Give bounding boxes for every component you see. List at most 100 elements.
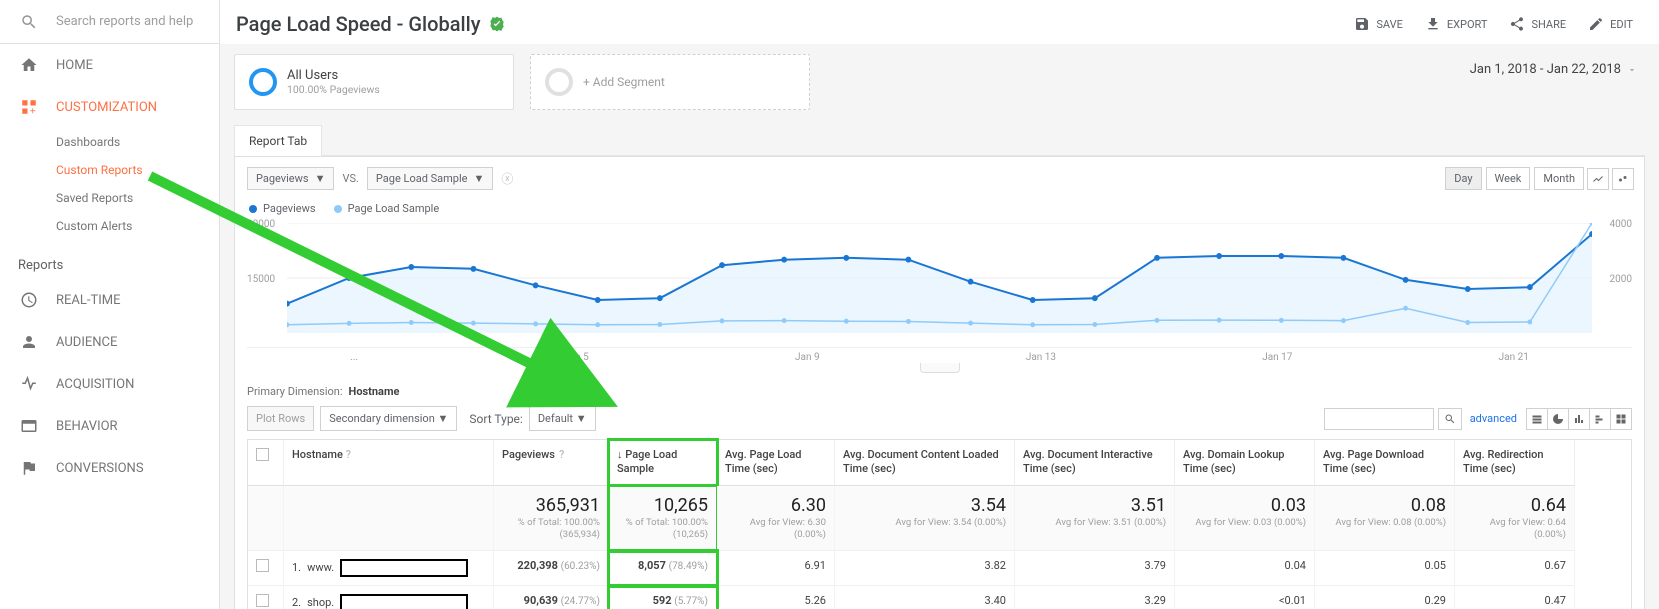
row-index: 2. — [292, 596, 301, 609]
granularity-day[interactable]: Day — [1445, 167, 1481, 190]
nav-saved-reports[interactable]: Saved Reports — [0, 184, 219, 212]
nav-realtime[interactable]: REAL-TIME — [0, 279, 219, 321]
metric1-select[interactable]: Pageviews ▼ — [247, 167, 334, 190]
nav-conversions[interactable]: CONVERSIONS — [0, 447, 219, 489]
summary-row: 365,931% of Total: 100.00% (365,934) 10,… — [248, 486, 1631, 551]
verified-icon — [489, 16, 505, 32]
summary-pageviews-sub: % of Total: 100.00% (365,934) — [502, 517, 600, 542]
table-toolbar: Plot Rows Secondary dimension ▼ Sort Typ… — [247, 406, 1632, 431]
segment-all-users[interactable]: All Users 100.00% Pageviews — [234, 54, 514, 110]
x-tick: Jan 9 — [795, 352, 820, 363]
view-pie-icon[interactable] — [1547, 408, 1569, 430]
col-pageviews[interactable]: Pageviews ? — [494, 440, 609, 486]
col-avg-redirection[interactable]: Avg. Redirection Time (sec) — [1455, 440, 1575, 486]
flag-icon — [20, 459, 38, 477]
nav-audience[interactable]: AUDIENCE — [0, 321, 219, 363]
view-comparison-icon[interactable] — [1589, 408, 1611, 430]
clock-icon — [20, 291, 38, 309]
table-search-input[interactable] — [1324, 408, 1434, 430]
row-index: 1. — [292, 561, 301, 574]
hostname-cell[interactable]: 1. www. — [284, 551, 494, 586]
search-icon — [1444, 413, 1456, 425]
checkbox-header[interactable] — [248, 440, 284, 486]
remove-metric-icon[interactable]: ⓧ — [501, 170, 513, 187]
row-pv: 220,398 — [517, 559, 558, 572]
save-label: SAVE — [1376, 18, 1403, 31]
summary-adclt: 3.54 — [843, 494, 1006, 517]
sort-type-select[interactable]: Default ▼ — [529, 406, 596, 431]
date-range-text: Jan 1, 2018 - Jan 22, 2018 — [1470, 62, 1621, 77]
advanced-link[interactable]: advanced — [1470, 412, 1517, 425]
col-avg-doc-content[interactable]: Avg. Document Content Loaded Time (sec) — [835, 440, 1015, 486]
view-pivot-icon[interactable] — [1610, 408, 1632, 430]
metric2-select[interactable]: Page Load Sample ▼ — [367, 167, 493, 190]
col-avg-page-download[interactable]: Avg. Page Download Time (sec) — [1315, 440, 1455, 486]
table-search-button[interactable] — [1438, 408, 1462, 430]
col-avg-page-load[interactable]: Avg. Page Load Time (sec) — [717, 440, 835, 486]
view-mode-icons — [1527, 408, 1632, 430]
segment-title: All Users — [287, 68, 380, 83]
search-placeholder: Search reports and help — [56, 14, 193, 29]
redacted-box — [340, 559, 468, 577]
search-icon — [20, 13, 38, 31]
page-title: Page Load Speed - Globally — [236, 12, 505, 36]
nav-customization[interactable]: CUSTOMIZATION — [0, 86, 219, 128]
save-icon — [1354, 16, 1370, 32]
export-label: EXPORT — [1447, 18, 1488, 31]
summary-adlt: 0.03 — [1183, 494, 1306, 517]
row-pv-pct: (60.23%) — [561, 561, 600, 572]
col-pls-label: Page Load Sample — [617, 448, 677, 475]
date-range-picker[interactable]: Jan 1, 2018 - Jan 22, 2018 — [1462, 56, 1645, 83]
nav-custom-alerts[interactable]: Custom Alerts — [0, 212, 219, 240]
row-pls: 592 — [653, 594, 672, 607]
save-button[interactable]: SAVE — [1346, 10, 1411, 38]
chart-type-line-icon[interactable] — [1587, 168, 1609, 190]
nav-home[interactable]: HOME — [0, 44, 219, 86]
summary-pageviews: 365,931 — [502, 494, 600, 517]
reports-section-label: Reports — [0, 240, 219, 279]
secondary-dimension-select[interactable]: Secondary dimension ▼ — [320, 406, 457, 431]
tab-report[interactable]: Report Tab — [234, 125, 322, 156]
row-aplt: 6.91 — [717, 551, 835, 586]
row-art: 0.67 — [1455, 551, 1575, 586]
expand-handle[interactable] — [920, 363, 960, 373]
summary-apdt-sub: Avg for View: 0.08 (0.00%) — [1323, 517, 1446, 529]
chart-card: Pageviews ▼ VS. Page Load Sample ▼ ⓧ Day… — [234, 156, 1645, 609]
row-host: www. — [307, 561, 334, 574]
granularity-month[interactable]: Month — [1534, 167, 1584, 190]
row-checkbox[interactable] — [248, 551, 284, 586]
granularity-week[interactable]: Week — [1486, 167, 1531, 190]
row-checkbox[interactable] — [248, 586, 284, 609]
summary-art-sub: Avg for View: 0.64 (0.00%) — [1463, 517, 1566, 542]
view-table-icon[interactable] — [1526, 408, 1548, 430]
nav-custom-reports[interactable]: Custom Reports — [0, 156, 219, 184]
share-button[interactable]: SHARE — [1501, 10, 1574, 38]
col-page-load-sample[interactable]: ↓ Page Load Sample — [609, 440, 717, 486]
nav-acquisition[interactable]: ACQUISITION — [0, 363, 219, 405]
add-segment-button[interactable]: + Add Segment — [530, 54, 810, 110]
edit-button[interactable]: EDIT — [1580, 10, 1641, 38]
col-avg-domain-lookup[interactable]: Avg. Domain Lookup Time (sec) — [1175, 440, 1315, 486]
plot-rows-button[interactable]: Plot Rows — [247, 406, 314, 431]
legend2-label: Page Load Sample — [348, 202, 440, 215]
legend1-label: Pageviews — [263, 202, 316, 215]
nav-dashboards[interactable]: Dashboards — [0, 128, 219, 156]
legend-item-1: Pageviews — [249, 202, 316, 215]
col-hostname[interactable]: Hostname ? — [284, 440, 494, 486]
export-button[interactable]: EXPORT — [1417, 10, 1496, 38]
row-pv: 90,639 — [524, 594, 558, 607]
y-left-tick: 15000 — [247, 274, 275, 285]
dot-icon — [249, 205, 257, 213]
view-bar-icon[interactable] — [1568, 408, 1590, 430]
edit-label: EDIT — [1610, 18, 1633, 31]
col-avg-doc-interactive[interactable]: Avg. Document Interactive Time (sec) — [1015, 440, 1175, 486]
row-adit: 3.79 — [1015, 551, 1175, 586]
chart-svg — [287, 223, 1592, 333]
x-tick: ... — [350, 352, 358, 363]
nav-behavior[interactable]: BEHAVIOR — [0, 405, 219, 447]
chart-type-motion-icon[interactable] — [1612, 168, 1634, 190]
search-row[interactable]: Search reports and help — [0, 0, 219, 44]
hostname-cell[interactable]: 2. shop. — [284, 586, 494, 609]
summary-adit-sub: Avg for View: 3.51 (0.00%) — [1023, 517, 1166, 529]
sidebar: Search reports and help HOME CUSTOMIZATI… — [0, 0, 220, 609]
